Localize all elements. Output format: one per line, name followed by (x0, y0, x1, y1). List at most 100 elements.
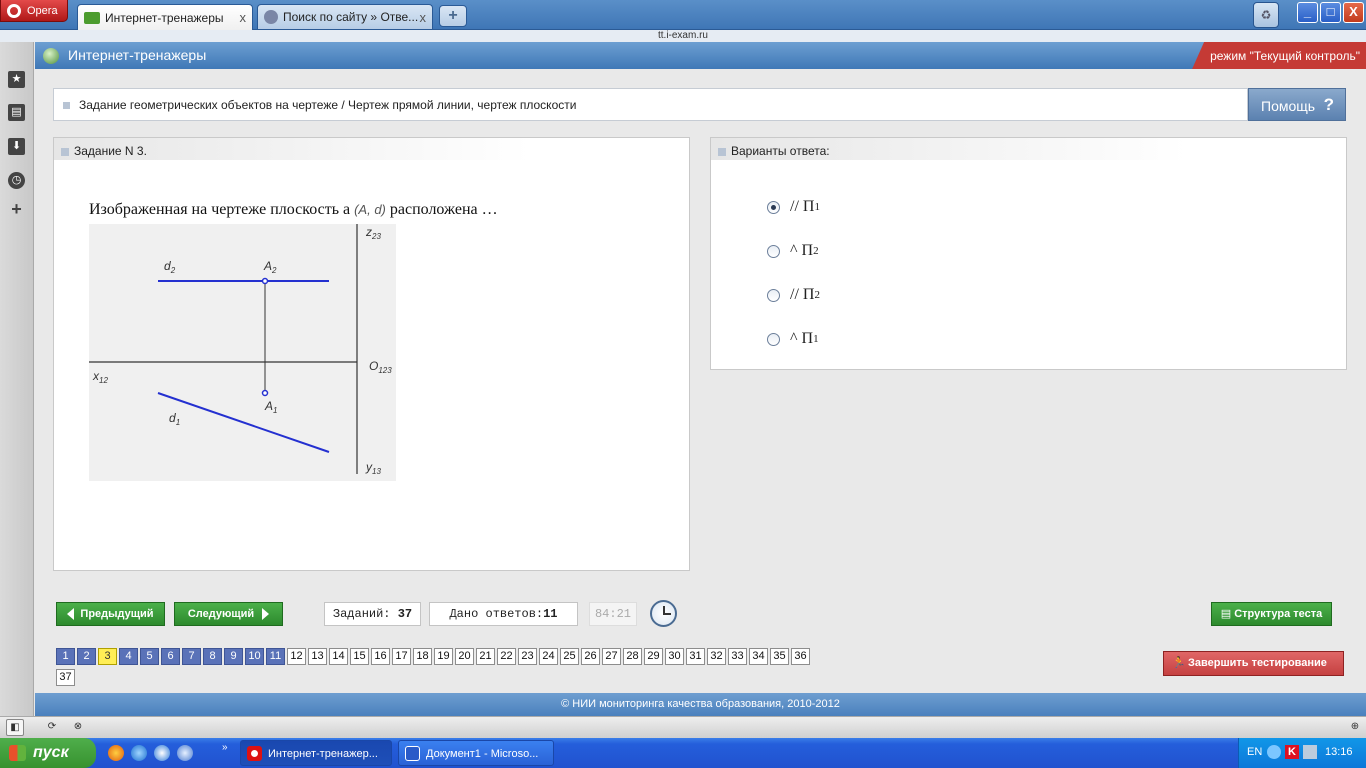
question-number-14[interactable]: 14 (329, 648, 348, 665)
sync-icon[interactable]: ⟳ (43, 719, 61, 736)
question-post: расположена … (385, 201, 498, 218)
tasks-value: 37 (397, 607, 413, 621)
add-panel-icon[interactable]: + (8, 200, 25, 219)
question-number-22[interactable]: 22 (497, 648, 516, 665)
tray-arrow-icon[interactable] (1267, 745, 1281, 759)
finish-label: Завершить тестирование (1188, 657, 1327, 669)
quicklaunch-settings-icon[interactable] (177, 745, 193, 761)
window-title: Документ1 - Microso... (426, 748, 539, 760)
answer-option-4[interactable]: ^ П1 (767, 330, 819, 348)
opera-menu-button[interactable]: Opera (0, 0, 68, 22)
tab-internet-trainers[interactable]: Интернет-тренажеры x (77, 4, 253, 30)
history-icon[interactable]: ◷ (8, 172, 25, 189)
question-number-8[interactable]: 8 (203, 648, 222, 665)
question-number-2[interactable]: 2 (77, 648, 96, 665)
bullet-icon (718, 148, 726, 156)
question-number-11[interactable]: 11 (266, 648, 285, 665)
zoom-icon[interactable]: ⊕ (1346, 719, 1364, 736)
question-number-33[interactable]: 33 (728, 648, 747, 665)
option-sub: 1 (814, 201, 820, 213)
answer-option-2[interactable]: ^ П2 (767, 242, 819, 260)
ie-icon[interactable] (131, 745, 147, 761)
question-number-29[interactable]: 29 (644, 648, 663, 665)
question-number-37[interactable]: 37 (56, 669, 75, 686)
close-window-button[interactable]: X (1343, 2, 1364, 23)
quicklaunch-k-icon[interactable] (154, 745, 170, 761)
tab-site-search[interactable]: Поиск по сайту » Отве... x (257, 4, 433, 29)
question-number-12[interactable]: 12 (287, 648, 306, 665)
next-button[interactable]: Следующий (174, 602, 283, 626)
question-number-25[interactable]: 25 (560, 648, 579, 665)
address-url[interactable]: tt.i-exam.ru (0, 30, 1366, 42)
question-number-5[interactable]: 5 (140, 648, 159, 665)
question-number-15[interactable]: 15 (350, 648, 369, 665)
kaspersky-icon[interactable]: K (1285, 745, 1299, 759)
question-number-24[interactable]: 24 (539, 648, 558, 665)
question-number-19[interactable]: 19 (434, 648, 453, 665)
minimize-button[interactable]: _ (1297, 2, 1318, 23)
taskbar-more-icon[interactable]: » (222, 742, 228, 753)
network-icon[interactable] (1303, 745, 1317, 759)
close-tab-icon[interactable]: x (240, 10, 247, 25)
question-number-10[interactable]: 10 (245, 648, 264, 665)
close-tab-icon[interactable]: x (420, 10, 427, 25)
panel-toggle-icon[interactable]: ◧ (6, 719, 24, 736)
question-number-7[interactable]: 7 (182, 648, 201, 665)
firefox-icon[interactable] (108, 745, 124, 761)
radio-button[interactable] (767, 332, 780, 346)
turbo-icon[interactable]: ⊗ (69, 719, 87, 736)
test-structure-button[interactable]: ▤ Структура теста (1211, 602, 1332, 626)
question-number-35[interactable]: 35 (770, 648, 789, 665)
new-tab-button[interactable]: + (439, 5, 467, 27)
question-number-16[interactable]: 16 (371, 648, 390, 665)
notes-icon[interactable]: ▤ (8, 104, 25, 121)
mode-badge: режим "Текущий контроль" (1192, 42, 1366, 69)
radio-button[interactable] (767, 200, 780, 214)
answer-option-3[interactable]: // П2 (767, 286, 820, 304)
question-number-32[interactable]: 32 (707, 648, 726, 665)
question-number-28[interactable]: 28 (623, 648, 642, 665)
question-number-13[interactable]: 13 (308, 648, 327, 665)
question-number-27[interactable]: 27 (602, 648, 621, 665)
question-number-34[interactable]: 34 (749, 648, 768, 665)
question-number-9[interactable]: 9 (224, 648, 243, 665)
answered-label: Дано ответов: (449, 607, 544, 621)
radio-button[interactable] (767, 288, 780, 302)
question-number-23[interactable]: 23 (518, 648, 537, 665)
radio-button[interactable] (767, 244, 780, 258)
question-number-17[interactable]: 17 (392, 648, 411, 665)
system-tray: EN K 13:16 (1238, 738, 1366, 768)
tasks-count: Заданий: 37 (324, 602, 421, 626)
prev-label: Предыдущий (80, 608, 154, 620)
option-symbol: // (790, 198, 799, 215)
question-number-18[interactable]: 18 (413, 648, 432, 665)
question-number-21[interactable]: 21 (476, 648, 495, 665)
question-number-31[interactable]: 31 (686, 648, 705, 665)
option-plane: П (801, 242, 814, 259)
question-number-4[interactable]: 4 (119, 648, 138, 665)
runner-icon: 🏃 (1172, 657, 1186, 669)
timer: 84:21 (589, 602, 637, 626)
windows-taskbar: пуск » Интернет-тренажер... Документ1 - … (0, 738, 1366, 768)
language-indicator[interactable]: EN (1247, 746, 1262, 758)
answer-option-1[interactable]: // П1 (767, 198, 820, 216)
question-number-36[interactable]: 36 (791, 648, 810, 665)
question-number-1[interactable]: 1 (56, 648, 75, 665)
bookmarks-icon[interactable]: ★ (8, 71, 25, 88)
question-number-30[interactable]: 30 (665, 648, 684, 665)
trash-icon[interactable]: ♻ (1253, 2, 1279, 28)
question-number-3[interactable]: 3 (98, 648, 117, 665)
finish-test-button[interactable]: 🏃 Завершить тестирование (1163, 651, 1344, 676)
question-number-26[interactable]: 26 (581, 648, 600, 665)
help-button[interactable]: Помощь ? (1248, 88, 1346, 121)
question-number-20[interactable]: 20 (455, 648, 474, 665)
taskbar-window-word[interactable]: Документ1 - Microso... (398, 740, 554, 766)
taskbar-window-opera[interactable]: Интернет-тренажер... (240, 740, 392, 766)
start-button[interactable]: пуск (0, 738, 96, 768)
prev-button[interactable]: Предыдущий (56, 602, 165, 626)
question-number-6[interactable]: 6 (161, 648, 180, 665)
site-favicon-icon (84, 11, 100, 24)
maximize-button[interactable]: □ (1320, 2, 1341, 23)
label-a2: A2 (263, 259, 277, 275)
downloads-icon[interactable]: ⬇ (8, 138, 25, 155)
